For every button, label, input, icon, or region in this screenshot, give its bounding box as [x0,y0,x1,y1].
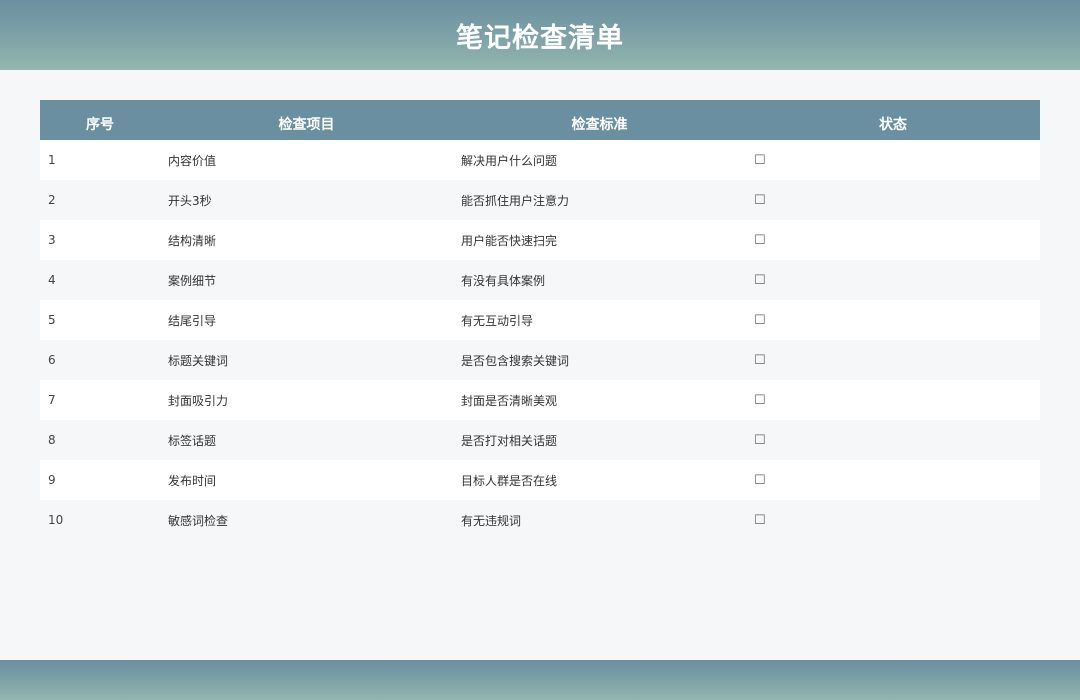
table-header: 序号 检查项目 检查标准 状态 [40,100,1040,140]
table-header-row: 序号 检查项目 检查标准 状态 [40,100,1040,140]
row-item: 标题关键词 [168,353,229,368]
column-header-status: 状态 [879,117,907,133]
row-standard: 解决用户什么问题 [461,153,558,168]
page-title: 笔记检查清单 [456,22,624,54]
row-index: 10 [48,513,64,527]
status-checkbox[interactable]: ☐ [746,460,1040,500]
row-index: 8 [48,433,56,447]
row-item: 标签话题 [168,433,217,448]
row-standard: 目标人群是否在线 [461,473,558,488]
row-standard: 有无违规词 [461,513,522,528]
table-row: 7 封面吸引力 封面是否清晰美观 ☐ [40,380,1040,420]
row-index: 6 [48,353,56,367]
status-checkbox[interactable]: ☐ [746,500,1040,540]
status-checkbox[interactable]: ☐ [746,220,1040,260]
row-index: 2 [48,193,56,207]
table-body: 1 内容价值 解决用户什么问题 ☐ 2 开头3秒 能否抓住用户注意力 ☐ 3 结… [40,140,1040,540]
column-header-item: 检查项目 [278,117,335,133]
row-item: 敏感词检查 [168,513,229,528]
table-row: 8 标签话题 是否打对相关话题 ☐ [40,420,1040,460]
header-bar: 笔记检查清单 [0,0,1080,70]
table-row: 3 结构清晰 用户能否快速扫完 ☐ [40,220,1040,260]
row-item: 封面吸引力 [168,393,229,408]
row-standard: 用户能否快速扫完 [461,233,558,248]
row-standard: 是否包含搜索关键词 [461,353,570,368]
status-checkbox[interactable]: ☐ [746,340,1040,380]
table-row: 6 标题关键词 是否包含搜索关键词 ☐ [40,340,1040,380]
checklist-table: 序号 检查项目 检查标准 状态 1 内容价值 解决用户什么问题 ☐ 2 开头3秒… [40,100,1040,540]
row-index: 7 [48,393,56,407]
table-row: 2 开头3秒 能否抓住用户注意力 ☐ [40,180,1040,220]
table-row: 4 案例细节 有没有具体案例 ☐ [40,260,1040,300]
table-row: 5 结尾引导 有无互动引导 ☐ [40,300,1040,340]
row-item: 发布时间 [168,473,217,488]
row-index: 1 [48,153,56,167]
row-standard: 能否抓住用户注意力 [461,193,570,208]
column-header-standard: 检查标准 [571,117,628,133]
status-checkbox[interactable]: ☐ [746,420,1040,460]
footer-bar [0,660,1080,700]
row-index: 4 [48,273,56,287]
checklist-table-container: 序号 检查项目 检查标准 状态 1 内容价值 解决用户什么问题 ☐ 2 开头3秒… [40,100,1040,540]
status-checkbox[interactable]: ☐ [746,180,1040,220]
row-item: 案例细节 [168,273,217,288]
table-row: 9 发布时间 目标人群是否在线 ☐ [40,460,1040,500]
status-checkbox[interactable]: ☐ [746,260,1040,300]
row-standard: 有没有具体案例 [461,273,546,288]
row-index: 5 [48,313,56,327]
table-row: 10 敏感词检查 有无违规词 ☐ [40,500,1040,540]
row-standard: 有无互动引导 [461,313,534,328]
column-header-index: 序号 [86,117,114,133]
status-checkbox[interactable]: ☐ [746,140,1040,180]
row-index: 3 [48,233,56,247]
row-standard: 是否打对相关话题 [461,433,558,448]
row-item: 开头3秒 [168,193,212,208]
row-index: 9 [48,473,56,487]
status-checkbox[interactable]: ☐ [746,300,1040,340]
row-item: 结尾引导 [168,313,217,328]
table-row: 1 内容价值 解决用户什么问题 ☐ [40,140,1040,180]
row-item: 内容价值 [168,153,217,168]
row-item: 结构清晰 [168,233,217,248]
row-standard: 封面是否清晰美观 [461,393,558,408]
status-checkbox[interactable]: ☐ [746,380,1040,420]
